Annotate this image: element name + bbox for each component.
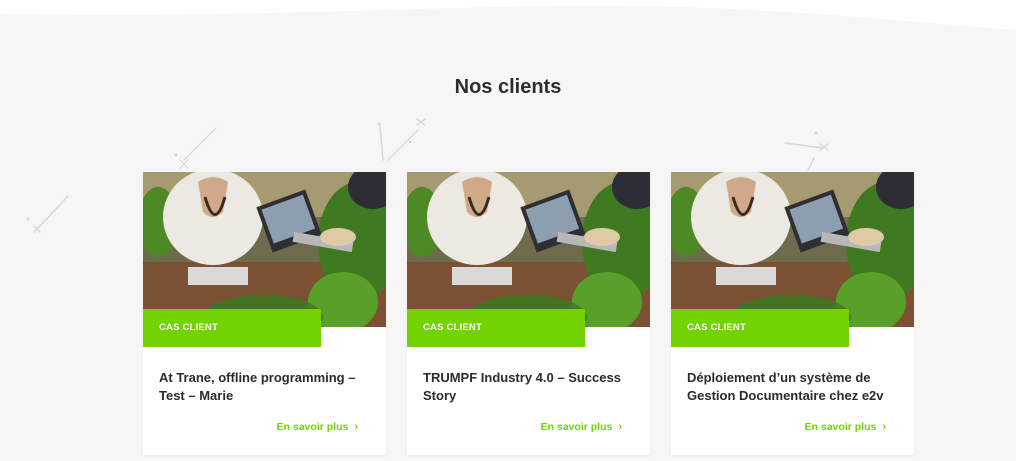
read-more-label: En savoir plus: [276, 421, 349, 433]
client-card[interactable]: CAS CLIENT TRUMPF Industry 4.0 – Success…: [407, 172, 650, 455]
card-title[interactable]: TRUMPF Industry 4.0 – Success Story: [423, 369, 635, 405]
read-more-label: En savoir plus: [804, 421, 877, 433]
card-image: [671, 172, 914, 327]
clients-section: Nos clients CAS CLIENT At Trane, offline…: [0, 0, 1016, 461]
card-title[interactable]: At Trane, offline programming – Test – M…: [159, 369, 371, 405]
client-card[interactable]: CAS CLIENT Déploiement d’un système de G…: [671, 172, 914, 455]
chevron-right-icon: ›: [618, 421, 622, 433]
section-title: Nos clients: [454, 76, 562, 98]
read-more-link[interactable]: En savoir plus ›: [805, 421, 886, 433]
client-card[interactable]: CAS CLIENT At Trane, offline programming…: [143, 172, 386, 455]
chevron-right-icon: ›: [882, 421, 886, 433]
top-wave-divider: [0, 0, 1016, 30]
card-image: [143, 172, 386, 327]
case-study-tag: CAS CLIENT: [143, 309, 321, 347]
case-study-tag: CAS CLIENT: [671, 309, 849, 347]
card-title[interactable]: Déploiement d’un système de Gestion Docu…: [687, 369, 899, 405]
card-image: [407, 172, 650, 327]
case-study-tag: CAS CLIENT: [407, 309, 585, 347]
read-more-link[interactable]: En savoir plus ›: [277, 421, 358, 433]
chevron-right-icon: ›: [354, 421, 358, 433]
read-more-link[interactable]: En savoir plus ›: [541, 421, 622, 433]
read-more-label: En savoir plus: [540, 421, 613, 433]
